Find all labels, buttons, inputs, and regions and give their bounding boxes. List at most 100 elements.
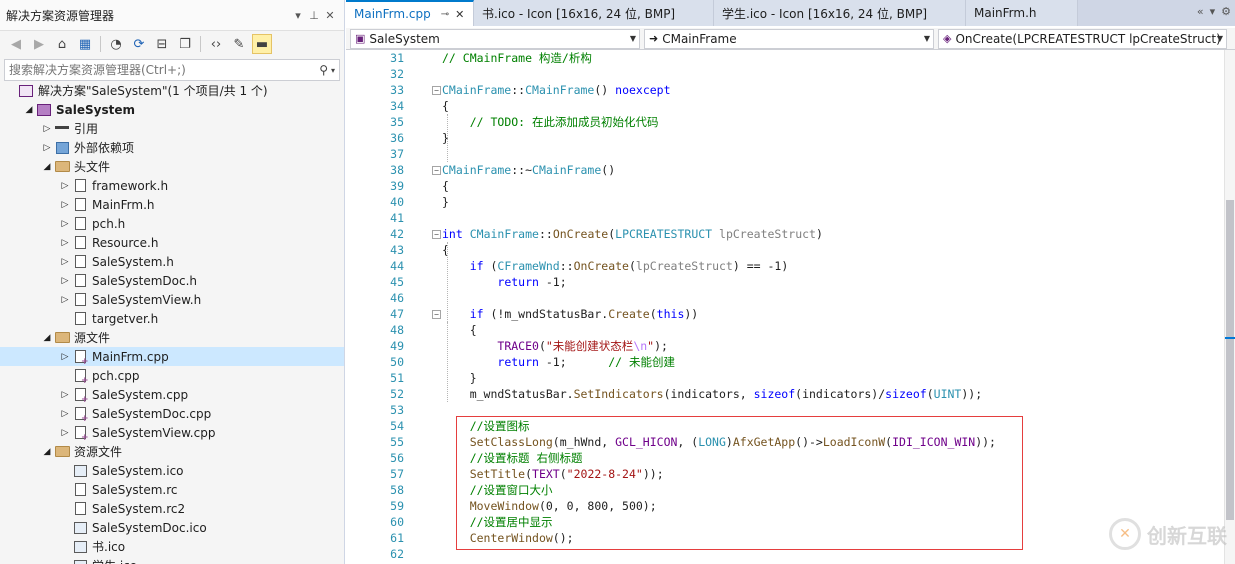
tree-item[interactable]: SaleSystem.ico [0,461,344,480]
code-line[interactable]: 52 m_wndStatusBar.SetIndicators(indicato… [346,386,1224,402]
tree-item[interactable]: ▷ framework.h [0,176,344,195]
close-panel-icon[interactable]: ✕ [322,9,338,22]
tab-list-dropdown-icon[interactable]: ▾ [1210,5,1216,18]
expanded-arrow-icon[interactable]: ◢ [40,445,54,459]
tree-item[interactable]: ◢ 头文件 [0,157,344,176]
tree-item[interactable]: ◢ 资源文件 [0,442,344,461]
code-line[interactable]: 32 [346,66,1224,82]
collapse-all-icon[interactable]: ⊟ [152,34,172,54]
switch-views-icon[interactable]: ▦ [75,34,95,54]
tree-item[interactable]: ▷ SaleSystemDoc.cpp [0,404,344,425]
tab-student-ico[interactable]: 学生.ico - Icon [16x16, 24 位, BMP] [714,0,966,26]
vertical-scrollbar[interactable] [1224,50,1235,564]
code-line[interactable]: 31 // CMainFrame 构造/析构 [346,50,1224,66]
code-line[interactable]: 44 if (CFrameWnd::OnCreate(lpCreateStruc… [346,258,1224,274]
collapsed-arrow-icon[interactable]: ▷ [58,407,72,421]
tree-item[interactable]: ◢ SaleSystem [0,100,344,119]
code-line[interactable]: 39 { [346,178,1224,194]
back-icon[interactable]: ◀ [6,34,26,54]
window-position-dropdown-icon[interactable]: ▾ [290,9,306,22]
tree-item[interactable]: ▷ SaleSystem.h [0,252,344,271]
tree-item[interactable]: ▷ SaleSystem.cpp [0,385,344,406]
code-line[interactable]: 46 [346,290,1224,306]
tree-item[interactable]: SaleSystem.rc [0,480,344,499]
tree-item[interactable]: SaleSystem.rc2 [0,499,344,518]
sync-icon[interactable]: ⟳ [129,34,149,54]
collapsed-arrow-icon[interactable]: ▷ [58,179,72,193]
scope-dropdown[interactable]: ➜ CMainFrame ▼ [644,28,934,49]
collapsed-arrow-icon[interactable]: ▷ [58,236,72,250]
tree-item[interactable]: ▷ 引用 [0,119,344,138]
code-line[interactable]: 51 } [346,370,1224,386]
properties-wrench-icon[interactable]: ✎ [229,34,249,54]
tree-item[interactable]: targetver.h [0,309,344,328]
solution-explorer-search[interactable]: ⚲ ▾ [4,59,340,81]
expanded-arrow-icon[interactable]: ◢ [40,160,54,174]
expanded-arrow-icon[interactable]: ◢ [40,331,54,345]
scrollbar-thumb[interactable] [1226,200,1234,520]
tree-item[interactable]: ▷ 外部依赖项 [0,138,344,157]
tab-book-ico[interactable]: 书.ico - Icon [16x16, 24 位, BMP] [474,0,714,26]
collapse-region-icon[interactable]: − [432,310,441,319]
tree-item[interactable]: 解决方案"SaleSystem"(1 个项目/共 1 个) [0,81,344,100]
tree-item[interactable]: ▷ pch.h [0,214,344,233]
code-line[interactable]: 45 return -1; [346,274,1224,290]
collapsed-arrow-icon[interactable]: ▷ [40,122,54,136]
code-line[interactable]: 35 // TODO: 在此添加成员初始化代码 [346,114,1224,130]
collapsed-arrow-icon[interactable]: ▷ [58,274,72,288]
pending-changes-filter-icon[interactable]: ◔ [106,34,126,54]
tree-item[interactable]: ▷ SaleSystemView.cpp [0,423,344,444]
collapsed-arrow-icon[interactable]: ▷ [58,388,72,402]
tree-item[interactable]: ▷ SaleSystemDoc.h [0,271,344,290]
code-line[interactable]: 40} [346,194,1224,210]
tree-item[interactable]: 学生.ico [0,556,344,564]
project-dropdown[interactable]: ▣ SaleSystem ▼ [350,28,640,49]
code-line[interactable]: 38 − CMainFrame::~CMainFrame() [346,162,1224,178]
tree-item[interactable]: ▷ MainFrm.h [0,195,344,214]
collapse-region-icon[interactable]: − [432,86,441,95]
code-line[interactable]: 34 { [346,98,1224,114]
tree-item[interactable]: ▷ SaleSystemView.h [0,290,344,309]
member-dropdown[interactable]: ◈ OnCreate(LPCREATESTRUCT lpCreateStruct… [938,28,1227,49]
code-line[interactable]: 43{ [346,242,1224,258]
view-code-icon[interactable]: ‹› [206,34,226,54]
collapsed-arrow-icon[interactable]: ▷ [58,217,72,231]
search-input[interactable] [9,63,320,77]
collapsed-arrow-icon[interactable]: ▷ [40,141,54,155]
code-line[interactable]: 47 − if (!m_wndStatusBar.Create(this)) [346,306,1224,322]
show-all-files-icon[interactable]: ❐ [175,34,195,54]
collapse-region-icon[interactable]: − [432,166,441,175]
home-icon[interactable]: ⌂ [52,34,72,54]
code-line[interactable]: 48 { [346,322,1224,338]
search-icon[interactable]: ⚲ [319,63,328,77]
settings-gear-icon[interactable]: ⚙ [1221,5,1231,18]
tab-mainfrm-h[interactable]: MainFrm.h [966,0,1078,26]
tree-item[interactable]: pch.cpp [0,366,344,386]
tree-item[interactable]: 书.ico [0,537,344,556]
collapsed-arrow-icon[interactable]: ▷ [58,198,72,212]
search-options-dropdown-icon[interactable]: ▾ [331,66,335,75]
tree-item[interactable]: SaleSystemDoc.ico [0,518,344,537]
code-line[interactable]: 49 TRACE0("未能创建状态栏\n"); [346,338,1224,354]
pin-tab-icon[interactable]: ⊸ [441,9,449,20]
close-tab-icon[interactable]: ✕ [455,8,464,21]
collapsed-arrow-icon[interactable]: ▷ [58,350,72,364]
expanded-arrow-icon[interactable]: ◢ [22,103,36,117]
code-line[interactable]: 50 return -1; // 未能创建 [346,354,1224,370]
code-line[interactable]: 33 − CMainFrame::CMainFrame() noexcept [346,82,1224,98]
collapsed-arrow-icon[interactable]: ▷ [58,255,72,269]
pin-icon[interactable]: ⊥ [306,9,322,22]
tree-item[interactable]: ▷ Resource.h [0,233,344,252]
collapsed-arrow-icon[interactable]: ▷ [58,426,72,440]
code-line[interactable]: 41 [346,210,1224,226]
tab-mainfrm-cpp[interactable]: MainFrm.cpp ⊸ ✕ [346,0,474,26]
collapsed-arrow-icon[interactable]: ▷ [58,293,72,307]
scroll-tabs-icon[interactable]: « [1197,5,1204,18]
forward-icon[interactable]: ▶ [29,34,49,54]
tree-item[interactable]: ◢ 源文件 [0,328,344,347]
collapse-region-icon[interactable]: − [432,230,441,239]
code-line[interactable]: 37 [346,146,1224,162]
code-line[interactable]: 42 − int CMainFrame::OnCreate(LPCREATESTRU… [346,226,1224,242]
tree-item[interactable]: ▷ MainFrm.cpp [0,347,344,367]
code-line[interactable]: 36} [346,130,1224,146]
